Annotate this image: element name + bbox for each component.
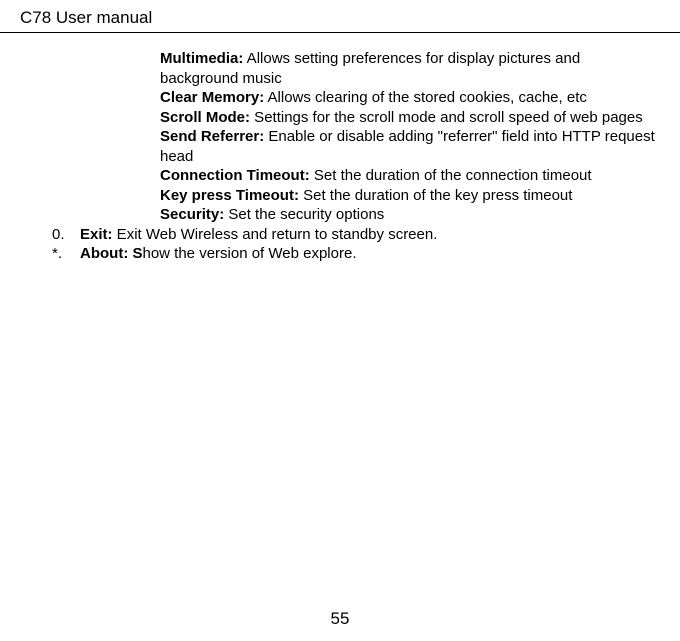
manual-header: C78 User manual <box>0 0 680 33</box>
setting-send-referrer: Send Referrer: Enable or disable adding … <box>160 127 660 166</box>
desc-about: how the version of Web explore. <box>142 245 356 262</box>
setting-scroll-mode: Scroll Mode: Settings for the scroll mod… <box>160 108 660 128</box>
label-key-press-timeout: Key press Timeout: <box>160 187 299 204</box>
setting-key-press-timeout: Key press Timeout: Set the duration of t… <box>160 186 660 206</box>
label-scroll-mode: Scroll Mode: <box>160 109 250 126</box>
setting-security: Security: Set the security options <box>160 205 660 225</box>
item-about: About: Show the version of Web explore. <box>80 244 357 264</box>
label-about: About: S <box>80 245 142 262</box>
setting-clear-memory: Clear Memory: Allows clearing of the sto… <box>160 88 660 108</box>
label-connection-timeout: Connection Timeout: <box>160 167 310 184</box>
marker-exit: 0. <box>52 225 80 245</box>
item-exit: Exit: Exit Web Wireless and return to st… <box>80 225 437 245</box>
desc-exit: Exit Web Wireless and return to standby … <box>113 226 438 243</box>
label-security: Security: <box>160 206 224 223</box>
label-send-referrer: Send Referrer: <box>160 128 264 145</box>
setting-connection-timeout: Connection Timeout: Set the duration of … <box>160 166 660 186</box>
page-number: 55 <box>0 609 680 629</box>
marker-about: *. <box>52 244 80 264</box>
manual-title: C78 User manual <box>20 8 152 27</box>
label-exit: Exit: <box>80 226 113 243</box>
item-about-row: *. About: Show the version of Web explor… <box>52 244 660 264</box>
desc-clear-memory: Allows clearing of the stored cookies, c… <box>264 89 587 106</box>
item-exit-row: 0. Exit: Exit Web Wireless and return to… <box>52 225 660 245</box>
label-multimedia: Multimedia: <box>160 50 243 67</box>
setting-multimedia: Multimedia: Allows setting preferences f… <box>160 49 660 88</box>
label-clear-memory: Clear Memory: <box>160 89 264 106</box>
desc-connection-timeout: Set the duration of the connection timeo… <box>310 167 592 184</box>
desc-scroll-mode: Settings for the scroll mode and scroll … <box>250 109 643 126</box>
settings-block: Multimedia: Allows setting preferences f… <box>160 49 660 225</box>
desc-key-press-timeout: Set the duration of the key press timeou… <box>299 187 573 204</box>
desc-security: Set the security options <box>224 206 384 223</box>
page-content: Multimedia: Allows setting preferences f… <box>0 33 680 264</box>
